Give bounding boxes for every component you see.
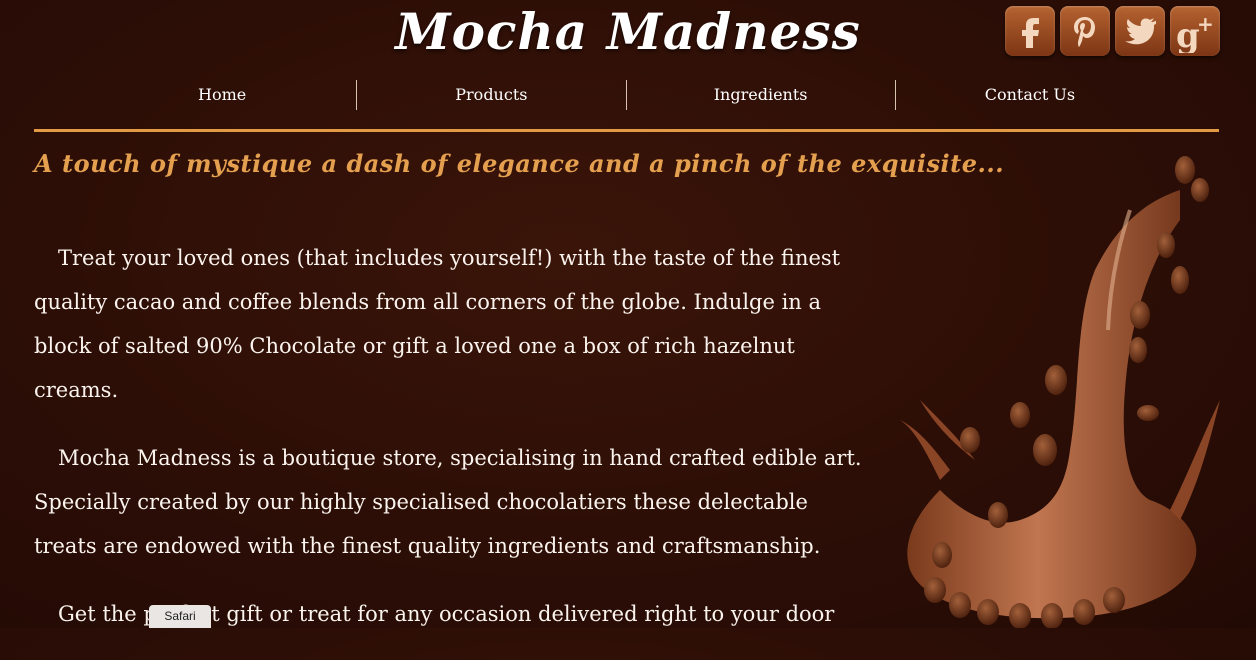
intro-paragraph: Treat your loved ones (that includes you… <box>34 246 841 402</box>
chocolate-splash-image <box>900 156 1220 628</box>
pinterest-icon <box>1074 17 1095 47</box>
browser-tab-safari[interactable]: Safari <box>149 605 211 628</box>
facebook-button[interactable] <box>1005 6 1055 56</box>
tagline: A touch of mystique a dash of elegance a… <box>34 149 1005 178</box>
nav-item-home[interactable]: Home <box>88 80 356 110</box>
nav-item-products[interactable]: Products <box>356 80 625 110</box>
social-links: g + <box>1005 6 1220 56</box>
google-plus-icon: g + <box>1176 12 1214 53</box>
about-paragraph: Mocha Madness is a boutique store, speci… <box>34 446 862 558</box>
pinterest-button[interactable] <box>1060 6 1110 56</box>
nav-item-contact-us[interactable]: Contact Us <box>894 80 1164 110</box>
twitter-button[interactable] <box>1115 6 1165 56</box>
twitter-icon <box>1125 18 1156 45</box>
facebook-icon <box>1022 18 1039 48</box>
google-plus-button[interactable]: g + <box>1170 6 1220 56</box>
header-divider <box>34 129 1219 132</box>
svg-text:+: + <box>1197 12 1214 36</box>
nav-item-ingredients[interactable]: Ingredients <box>625 80 895 110</box>
main-nav: Home Products Ingredients Contact Us <box>88 80 1164 110</box>
main-content: Treat your loved ones (that includes you… <box>34 236 864 660</box>
